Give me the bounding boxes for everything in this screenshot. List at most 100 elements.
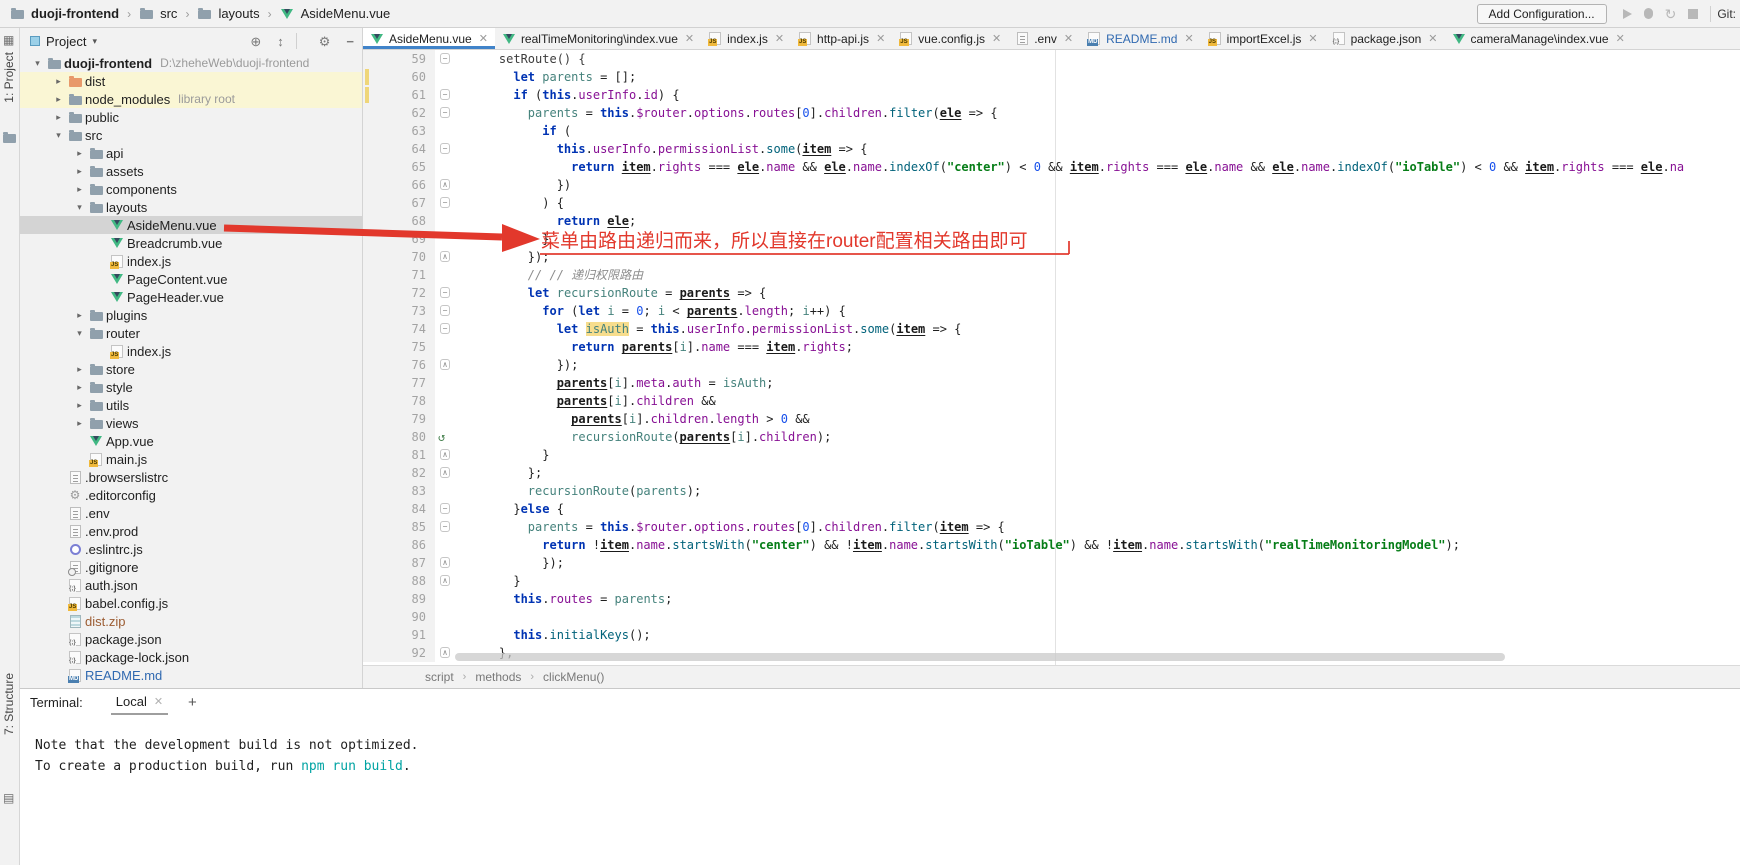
- tree-item[interactable]: .gitignore: [20, 558, 363, 576]
- fold-end-icon[interactable]: ∧: [440, 251, 450, 262]
- chevron-collapsed-icon[interactable]: ▸: [51, 112, 66, 123]
- chevron-expanded-icon[interactable]: ▾: [30, 58, 45, 69]
- tree-item[interactable]: .env.prod: [20, 522, 363, 540]
- chevron-expanded-icon[interactable]: ▾: [72, 328, 87, 339]
- tree-item[interactable]: ▸public: [20, 108, 363, 126]
- chevron-collapsed-icon[interactable]: ▸: [72, 184, 87, 195]
- fold-start-icon[interactable]: −: [440, 53, 450, 64]
- chevron-collapsed-icon[interactable]: ▸: [72, 418, 87, 429]
- collapse-all-icon[interactable]: ↕: [277, 35, 284, 48]
- editor-tab[interactable]: .env✕: [1008, 28, 1080, 49]
- gear-icon[interactable]: ⚙: [319, 35, 331, 48]
- tree-item[interactable]: ▸utils: [20, 396, 363, 414]
- locate-file-icon[interactable]: ⊕: [250, 35, 261, 48]
- tree-item[interactable]: .env: [20, 504, 363, 522]
- chevron-down-icon[interactable]: ▾: [92, 36, 97, 47]
- fold-start-icon[interactable]: −: [440, 503, 450, 514]
- tree-item[interactable]: index.js: [20, 342, 363, 360]
- editor-tab[interactable]: cameraManage\index.vue✕: [1445, 28, 1632, 49]
- close-icon[interactable]: ✕: [1616, 32, 1625, 45]
- tree-item[interactable]: ⚙.editorconfig: [20, 486, 363, 504]
- fold-start-icon[interactable]: −: [440, 323, 450, 334]
- tree-item[interactable]: ▸store: [20, 360, 363, 378]
- tree-item[interactable]: main.js: [20, 450, 363, 468]
- breadcrumb-segment[interactable]: methods: [475, 670, 521, 684]
- editor-tab[interactable]: index.js✕: [701, 28, 791, 49]
- close-icon[interactable]: ✕: [1308, 32, 1317, 45]
- hide-panel-icon[interactable]: −: [346, 35, 354, 48]
- tree-item[interactable]: README.md: [20, 666, 363, 684]
- tree-item[interactable]: ▾duoji-frontendD:\zheheWeb\duoji-fronten…: [20, 54, 363, 72]
- chevron-collapsed-icon[interactable]: ▸: [72, 166, 87, 177]
- breadcrumb-item[interactable]: src: [137, 6, 177, 21]
- breadcrumb-item[interactable]: layouts: [195, 6, 259, 21]
- fold-end-icon[interactable]: ∧: [440, 557, 450, 568]
- chevron-collapsed-icon[interactable]: ▸: [51, 76, 66, 87]
- tree-item[interactable]: PageContent.vue: [20, 270, 363, 288]
- tree-item[interactable]: ▸views: [20, 414, 363, 432]
- terminal-tab-local[interactable]: Local ✕: [111, 689, 168, 715]
- close-icon[interactable]: ✕: [992, 32, 1001, 45]
- tree-item[interactable]: dist.zip: [20, 612, 363, 630]
- tree-item[interactable]: ▸style: [20, 378, 363, 396]
- project-view-selector[interactable]: Project: [46, 34, 86, 49]
- tree-item[interactable]: Breadcrumb.vue: [20, 234, 363, 252]
- fold-end-icon[interactable]: ∧: [440, 575, 450, 586]
- tree-item[interactable]: .eslintrc.js: [20, 540, 363, 558]
- fold-end-icon[interactable]: ∧: [440, 359, 450, 370]
- breadcrumb-segment[interactable]: clickMenu(): [543, 670, 604, 684]
- close-icon[interactable]: ✕: [479, 32, 488, 45]
- close-icon[interactable]: ✕: [685, 32, 694, 45]
- add-configuration-button[interactable]: Add Configuration...: [1477, 4, 1607, 24]
- chevron-expanded-icon[interactable]: ▾: [72, 202, 87, 213]
- terminal-output[interactable]: Note that the development build is not o…: [20, 715, 1740, 777]
- tree-item[interactable]: ▾router: [20, 324, 363, 342]
- tree-item[interactable]: AsideMenu.vue: [20, 216, 363, 234]
- fold-end-icon[interactable]: ∧: [440, 179, 450, 190]
- chevron-collapsed-icon[interactable]: ▸: [72, 400, 87, 411]
- tree-item[interactable]: package.json: [20, 630, 363, 648]
- tree-item[interactable]: ▸plugins: [20, 306, 363, 324]
- chevron-collapsed-icon[interactable]: ▸: [72, 382, 87, 393]
- editor-tab[interactable]: README.md✕: [1080, 28, 1201, 49]
- fold-end-icon[interactable]: ∧: [440, 467, 450, 478]
- close-icon[interactable]: ✕: [154, 695, 163, 708]
- structure-mini-icon[interactable]: ▤: [3, 792, 14, 804]
- fold-end-icon[interactable]: ∧: [440, 449, 450, 460]
- editor-tab[interactable]: importExcel.js✕: [1201, 28, 1325, 49]
- fold-start-icon[interactable]: −: [440, 197, 450, 208]
- new-terminal-icon[interactable]: +: [188, 694, 197, 711]
- fold-start-icon[interactable]: −: [440, 305, 450, 316]
- editor-tab[interactable]: package.json✕: [1325, 28, 1445, 49]
- editor-tab[interactable]: http-api.js✕: [791, 28, 892, 49]
- close-icon[interactable]: ✕: [775, 32, 784, 45]
- chevron-collapsed-icon[interactable]: ▸: [51, 94, 66, 105]
- tree-item[interactable]: ▸node_moduleslibrary root: [20, 90, 363, 108]
- project-stripe-button[interactable]: 1: Project: [2, 52, 16, 103]
- tree-item[interactable]: ▸api: [20, 144, 363, 162]
- tree-item[interactable]: ▸dist: [20, 72, 363, 90]
- tree-item[interactable]: ▸components: [20, 180, 363, 198]
- tree-item[interactable]: index.js: [20, 252, 363, 270]
- git-label[interactable]: Git:: [1717, 7, 1736, 21]
- fold-start-icon[interactable]: −: [440, 107, 450, 118]
- chevron-collapsed-icon[interactable]: ▸: [72, 310, 87, 321]
- fold-end-icon[interactable]: ∧: [440, 647, 450, 658]
- fold-start-icon[interactable]: −: [440, 143, 450, 154]
- editor-tab[interactable]: vue.config.js✕: [892, 28, 1008, 49]
- debug-icon[interactable]: [1644, 8, 1653, 19]
- horizontal-scrollbar[interactable]: [455, 653, 1505, 661]
- fold-start-icon[interactable]: −: [440, 287, 450, 298]
- run-with-coverage-icon[interactable]: ↻: [1665, 7, 1677, 21]
- close-icon[interactable]: ✕: [1428, 32, 1437, 45]
- run-icon[interactable]: [1623, 9, 1632, 19]
- tree-item[interactable]: ▾layouts: [20, 198, 363, 216]
- close-icon[interactable]: ✕: [876, 32, 885, 45]
- structure-stripe-button[interactable]: 7: Structure: [2, 673, 16, 735]
- editor-tab[interactable]: realTimeMonitoring\index.vue✕: [495, 28, 701, 49]
- editor-tab[interactable]: AsideMenu.vue✕: [363, 28, 495, 49]
- tree-item[interactable]: babel.config.js: [20, 594, 363, 612]
- chevron-expanded-icon[interactable]: ▾: [51, 130, 66, 141]
- fold-start-icon[interactable]: −: [440, 521, 450, 532]
- close-icon[interactable]: ✕: [1184, 32, 1193, 45]
